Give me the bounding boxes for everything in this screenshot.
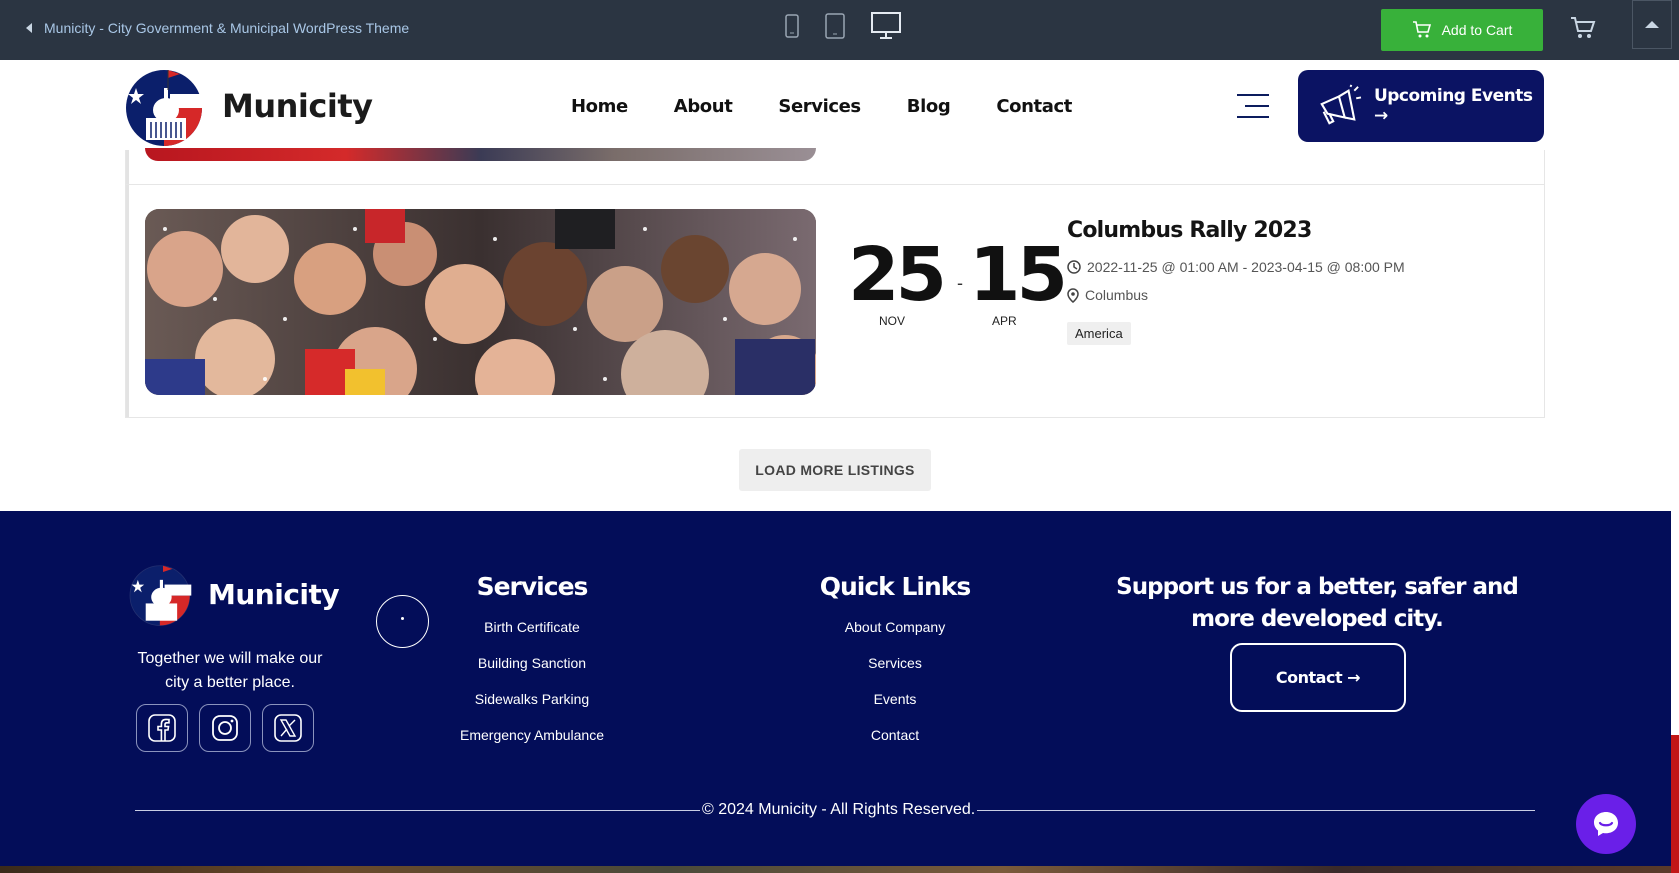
preview-bar: Municity - City Government & Municipal W… (0, 0, 1679, 60)
chat-widget-button[interactable] (1576, 794, 1636, 854)
nav-home[interactable]: Home (571, 96, 628, 117)
logo-text: Municity (222, 87, 373, 125)
bottom-image-strip (0, 866, 1671, 873)
event-location: Columbus (1067, 287, 1148, 303)
date-separator: - (957, 273, 963, 293)
back-label: Municity - City Government & Municipal W… (44, 20, 410, 36)
nav-services[interactable]: Services (778, 96, 861, 117)
nav-about[interactable]: About (674, 96, 733, 117)
site-logo[interactable]: Municity (124, 64, 373, 148)
event-title[interactable]: Columbus Rally 2023 (1067, 218, 1312, 243)
capitol-logo-icon (129, 565, 192, 626)
facebook-icon (148, 714, 176, 742)
nav-blog[interactable]: Blog (907, 96, 951, 117)
megaphone-icon (1320, 84, 1362, 125)
footer-quick-link[interactable]: Events (795, 691, 995, 727)
x-twitter-link[interactable] (262, 704, 314, 752)
caret-left-icon (26, 23, 32, 33)
crowd-photo (145, 209, 816, 395)
event-datetime: 2022-11-25 @ 01:00 AM - 2023-04-15 @ 08:… (1067, 259, 1405, 275)
tablet-icon[interactable] (825, 13, 845, 39)
footer-quick-title: Quick Links (819, 572, 972, 601)
footer-services: Services Birth Certificate Building Sanc… (432, 572, 632, 763)
instagram-icon (212, 715, 238, 741)
desktop-icon[interactable] (871, 12, 901, 40)
capitol-logo-icon (126, 70, 204, 146)
site-footer: Municity Together we will make our city … (0, 511, 1671, 873)
upcoming-events-label: Upcoming Events → (1373, 86, 1533, 126)
copyright-text: © 2024 Municity - All Rights Reserved. (700, 801, 978, 819)
mobile-icon[interactable] (785, 14, 799, 38)
instagram-link[interactable] (199, 704, 251, 752)
add-to-cart-button[interactable]: Add to Cart (1381, 9, 1543, 51)
end-day: 15 (969, 232, 1068, 318)
card-divider (126, 184, 1544, 185)
site-header: Municity Home About Services Blog Contac… (0, 60, 1671, 154)
social-links (136, 704, 314, 752)
event-datetime-text: 2022-11-25 @ 01:00 AM - 2023-04-15 @ 08:… (1087, 259, 1405, 275)
footer-logo-text: Municity (208, 577, 340, 611)
nav-contact[interactable]: Contact (996, 96, 1072, 117)
clock-icon (1067, 260, 1081, 274)
facebook-link[interactable] (136, 704, 188, 752)
support-heading: Support us for a better, safer and more … (1116, 574, 1519, 632)
footer-tagline: Together we will make our city a better … (137, 650, 323, 691)
event-location-text: Columbus (1085, 287, 1149, 303)
cart-icon (1412, 21, 1431, 38)
footer-contact-button[interactable]: Contact → (1230, 643, 1406, 712)
caret-up-icon (1645, 21, 1659, 28)
end-month: APR (992, 314, 1017, 328)
main-nav: Home About Services Blog Contact (571, 96, 1072, 117)
footer-quick-link[interactable]: Services (795, 655, 995, 691)
side-accent-strip (1671, 735, 1679, 873)
upcoming-events-button[interactable]: Upcoming Events → (1298, 70, 1544, 142)
footer-service-link[interactable]: Sidewalks Parking (432, 691, 632, 727)
footer-service-link[interactable]: Building Sanction (432, 655, 632, 691)
load-more-button[interactable]: LOAD MORE LISTINGS (739, 449, 931, 491)
hamburger-menu-icon[interactable] (1237, 94, 1269, 127)
device-switcher (785, 12, 901, 40)
loading-circle-icon (376, 595, 429, 648)
footer-quick-links: Quick Links About Company Services Event… (795, 572, 995, 763)
map-pin-icon (1067, 287, 1079, 303)
x-twitter-icon (274, 714, 302, 742)
back-to-theme-link[interactable]: Municity - City Government & Municipal W… (26, 20, 409, 36)
category-badge[interactable]: America (1067, 322, 1131, 345)
chat-bubble-icon (1594, 812, 1618, 836)
collapse-bar-button[interactable] (1632, 0, 1672, 49)
start-day: 25 (848, 232, 947, 318)
footer-service-link[interactable]: Birth Certificate (432, 619, 632, 655)
footer-quick-link[interactable]: About Company (795, 619, 995, 655)
footer-services-title: Services (476, 572, 589, 601)
add-to-cart-label: Add to Cart (1441, 22, 1513, 38)
footer-quick-link[interactable]: Contact (795, 727, 995, 763)
start-month: NOV (879, 314, 906, 328)
footer-service-link[interactable]: Emergency Ambulance (432, 727, 632, 763)
footer-logo[interactable]: Municity (124, 561, 340, 627)
event-image[interactable] (145, 209, 816, 395)
cart-icon[interactable] (1570, 16, 1596, 40)
